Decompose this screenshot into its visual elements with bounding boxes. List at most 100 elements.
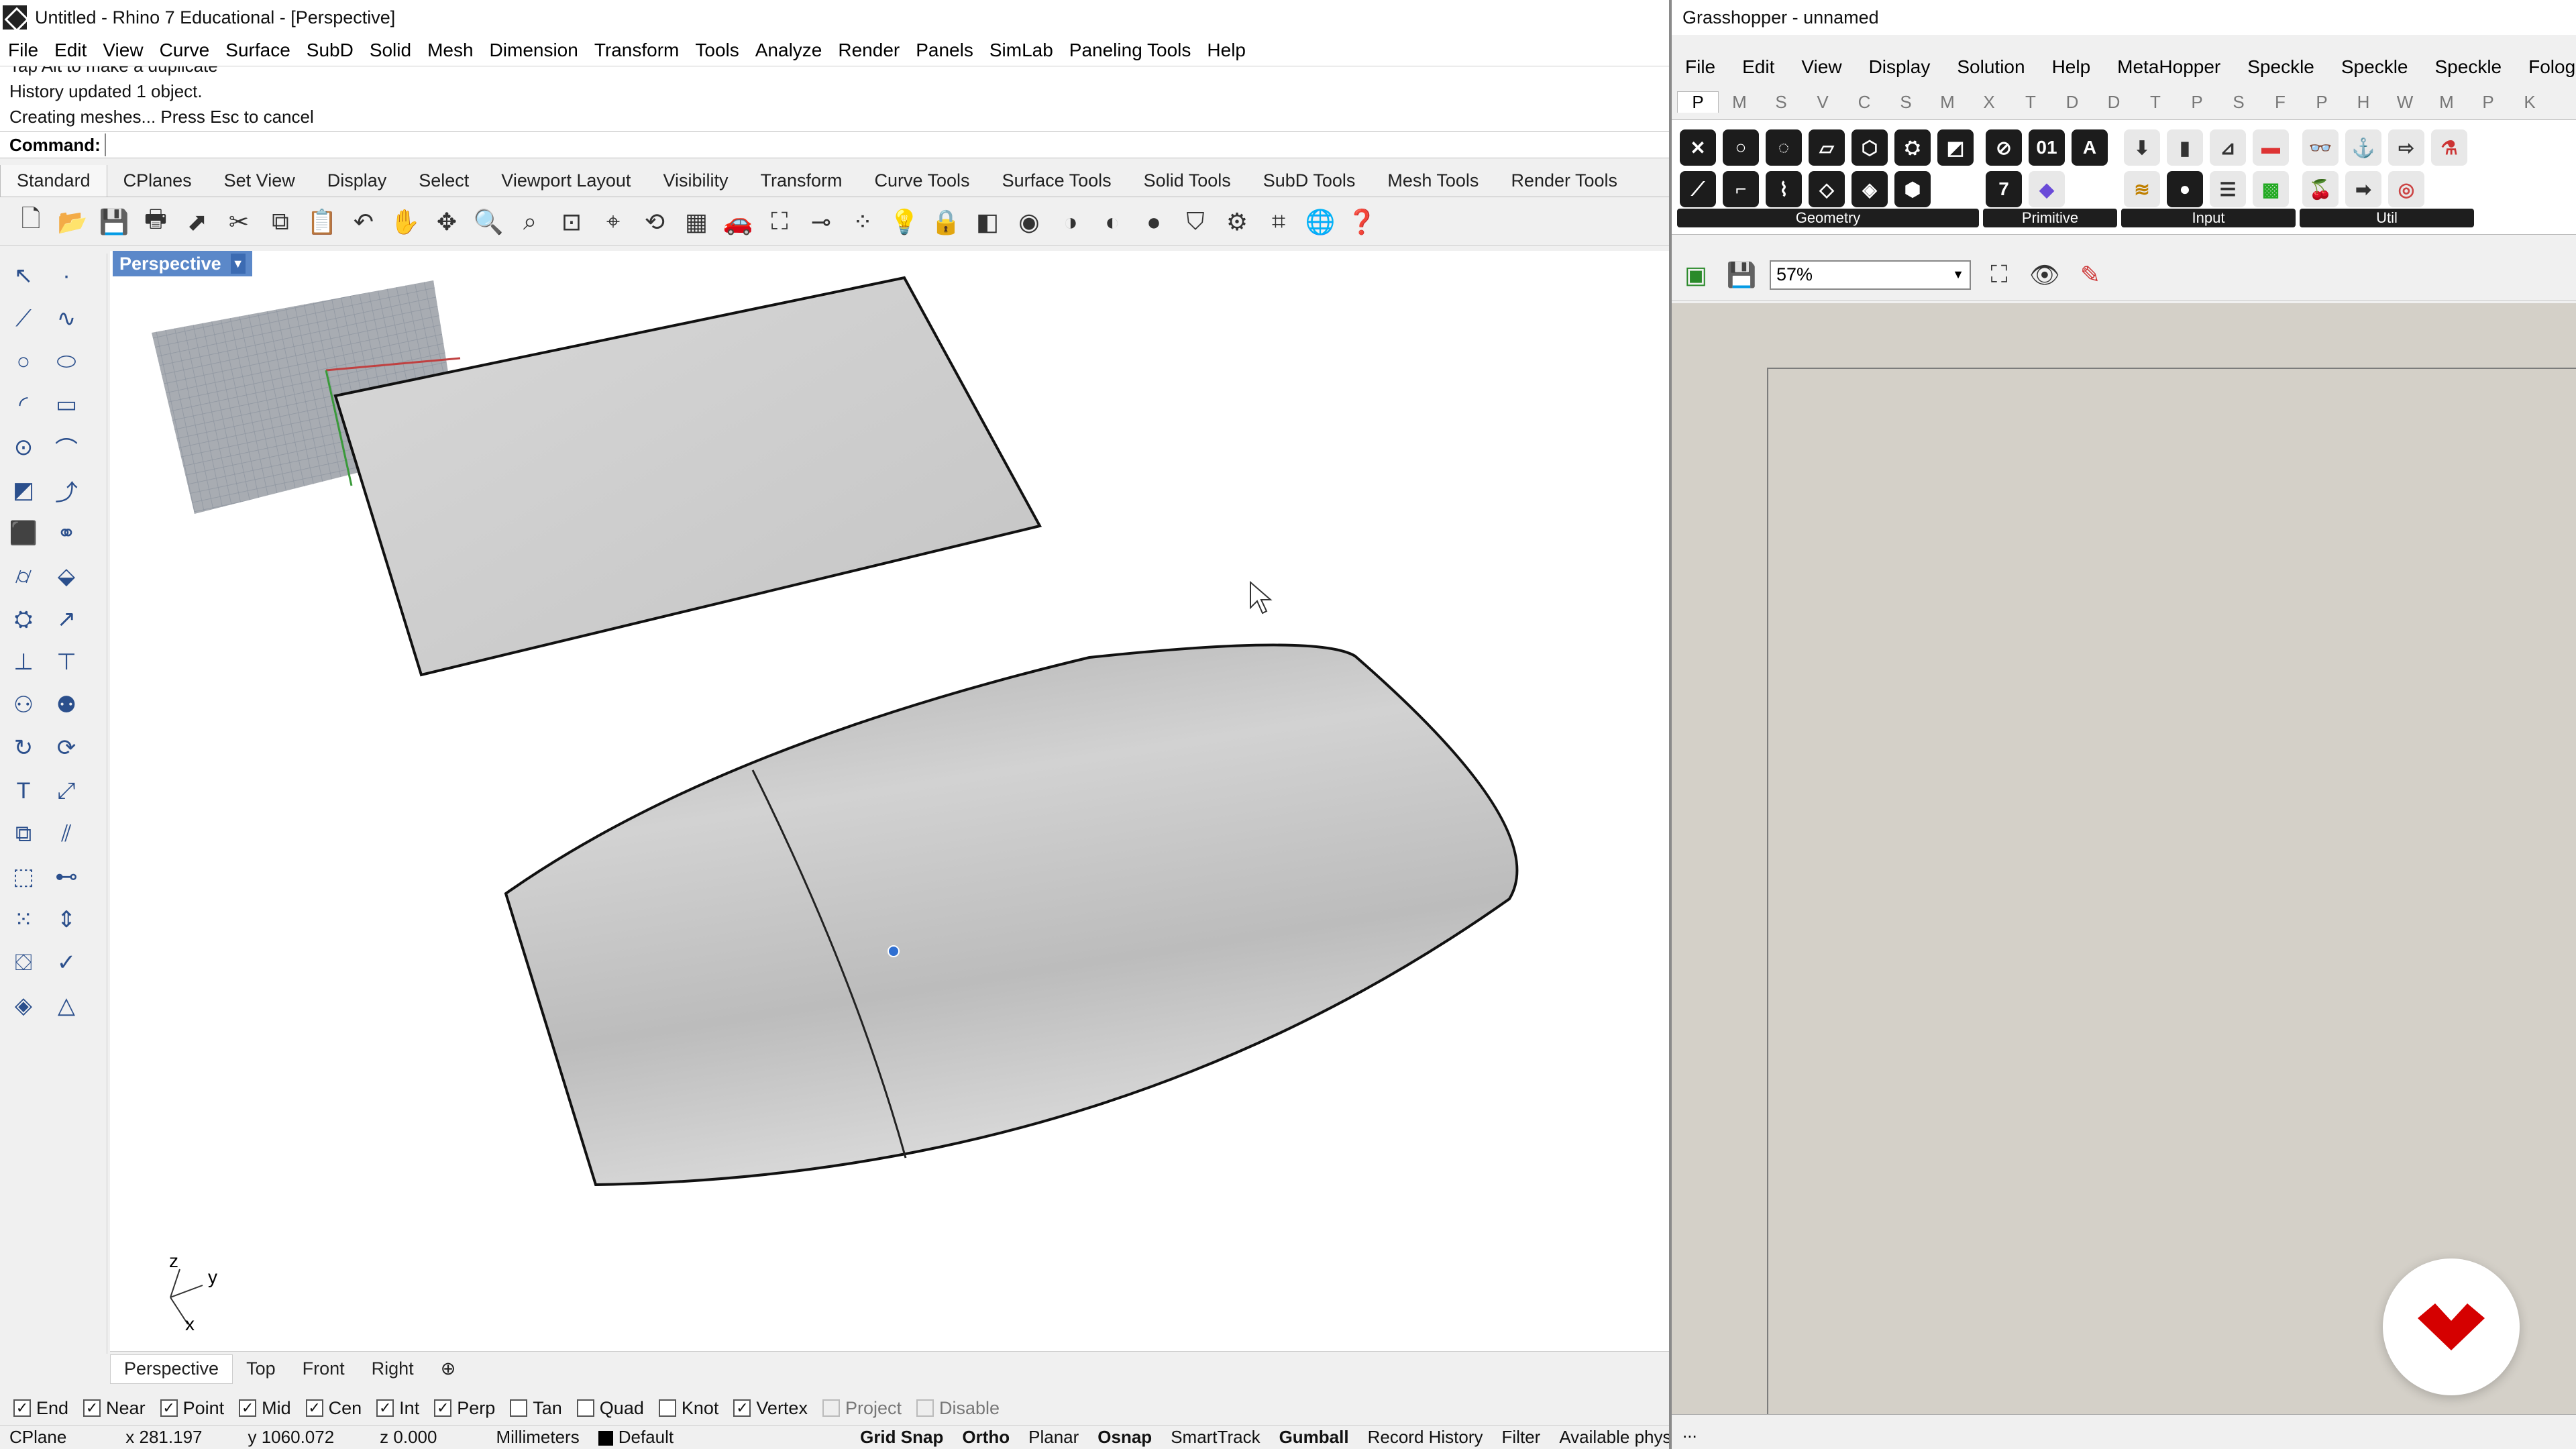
gh-cat[interactable]: P [2467,92,2509,113]
gh-canvas[interactable] [1672,303,2576,1414]
gh-util-icon[interactable]: ⚗ [2431,129,2467,166]
gh-primitive-icon[interactable]: ⊘ [1986,129,2022,166]
block-icon[interactable]: ⬚ [7,860,40,894]
box-icon[interactable]: ⬛ [7,517,40,550]
boolean-icon[interactable]: ⚭ [50,517,83,550]
mirror-icon[interactable]: ⫽ [50,817,83,851]
gh-param-icon[interactable]: ⌐ [1723,171,1759,207]
fillet-icon[interactable]: ⌒ [50,431,83,464]
menu-transform[interactable]: Transform [586,40,688,61]
tab-cplanes[interactable]: CPlanes [107,170,208,197]
osnap-vertex[interactable]: ✓ Vertex [733,1398,808,1419]
arc-icon[interactable]: ◜ [7,388,40,421]
rotate-view-icon[interactable]: ✥ [429,205,464,239]
gh-param-icon[interactable]: ✕ [1680,129,1716,166]
status-osnap[interactable]: Osnap [1088,1427,1161,1448]
extrude-icon[interactable]: ⬙ [50,559,83,593]
osnap-cen-checkbox[interactable]: ✓ [305,1399,323,1417]
gh-input-icon[interactable]: ≋ [2124,171,2160,207]
gh-cat[interactable]: S [2218,92,2259,113]
gh-cat[interactable]: K [2509,92,2551,113]
gh-open-file-icon[interactable]: ▣ [1678,258,1713,292]
status-record-history[interactable]: Record History [1358,1427,1493,1448]
menu-analyze[interactable]: Analyze [747,40,830,61]
osnap-end-checkbox[interactable]: ✓ [13,1399,31,1417]
menu-edit[interactable]: Edit [46,40,95,61]
gh-panel-primitive-label[interactable]: Primitive [1983,209,2117,227]
scale-icon[interactable]: ⤢ [50,774,83,808]
zoom-extents-icon[interactable]: ⊡ [554,205,589,239]
osnap-disable[interactable]: Disable [916,1398,1000,1419]
status-cplane[interactable]: CPlane [0,1427,76,1448]
gh-param-icon[interactable]: ⛭ [1894,129,1931,166]
menu-panels[interactable]: Panels [908,40,981,61]
text-icon[interactable]: T [7,774,40,808]
osnap-mid-checkbox[interactable]: ✓ [239,1399,257,1417]
gh-cat[interactable]: W [2384,92,2426,113]
gh-primitive-icon[interactable]: 7 [1986,171,2022,207]
group-icon[interactable]: ⚇ [7,688,40,722]
gh-cat[interactable]: X [1968,92,2010,113]
status-grid-snap[interactable]: Grid Snap [851,1427,953,1448]
gh-preview-eye-icon[interactable]: 👁 [2027,258,2062,292]
osnap-quad-checkbox[interactable] [576,1399,594,1417]
gh-util-icon[interactable]: 🍒 [2302,171,2339,207]
dimension-icon[interactable]: ⊷ [50,860,83,894]
globe-icon[interactable]: 🌐 [1303,205,1338,239]
menu-view[interactable]: View [95,40,151,61]
gh-cat[interactable]: P [2176,92,2218,113]
gh-cat[interactable]: M [2426,92,2467,113]
new-icon[interactable]: 🗋 [13,205,48,239]
gh-param-icon[interactable]: ◩ [1937,129,1974,166]
viewtab-right[interactable]: Right [358,1358,427,1379]
gumball-icon[interactable]: ⇕ [50,903,83,936]
select-arrow-icon[interactable]: ↖ [7,259,40,292]
menu-render[interactable]: Render [830,40,908,61]
split-icon[interactable]: ⊤ [50,645,83,679]
gh-menu-speckle-2[interactable]: Speckle [2328,56,2422,78]
help-icon[interactable]: ❓ [1344,205,1379,239]
array-icon[interactable]: ⁙ [7,903,40,936]
menu-mesh[interactable]: Mesh [419,40,481,61]
zoom-window-icon[interactable]: ⌕ [513,205,547,239]
gh-input-icon[interactable]: ⊿ [2210,129,2246,166]
gh-param-icon[interactable]: ○ [1723,129,1759,166]
filter-icon[interactable]: ⛉ [1178,205,1213,239]
gh-param-icon[interactable]: ◌ [1766,129,1802,166]
gh-save-file-icon[interactable]: 💾 [1724,258,1759,292]
osnap-quad[interactable]: Quad [576,1398,644,1419]
menu-file[interactable]: File [0,40,46,61]
gh-cat[interactable]: D [2093,92,2135,113]
points-icon[interactable]: ⁘ [845,205,880,239]
gh-cat[interactable]: T [2010,92,2051,113]
gh-menu-speckle-3[interactable]: Speckle [2422,56,2516,78]
circle-icon[interactable]: ○ [7,345,40,378]
gh-param-icon[interactable]: ⬡ [1851,129,1888,166]
material-sphere-icon[interactable]: ◐ [1095,205,1130,239]
pan-icon[interactable]: ✋ [388,205,423,239]
surface-icon[interactable]: ◩ [7,474,40,507]
gh-cat[interactable]: H [2343,92,2384,113]
curve-icon[interactable]: ∿ [50,302,83,335]
mesh-icon[interactable]: ⛭ [7,602,40,636]
status-ortho[interactable]: Ortho [953,1427,1019,1448]
gh-cat[interactable]: S [1885,92,1927,113]
gh-param-icon[interactable]: ⬢ [1894,171,1931,207]
osnap-knot-checkbox[interactable] [658,1399,676,1417]
status-planar[interactable]: Planar [1019,1427,1088,1448]
viewport-menu-arrow-icon[interactable]: ▼ [230,254,246,274]
gh-util-icon[interactable]: ➡ [2345,171,2381,207]
open-icon[interactable]: 📂 [55,205,90,239]
gh-cat[interactable]: C [1843,92,1885,113]
export-icon[interactable]: ⬈ [180,205,215,239]
osnap-end[interactable]: ✓ End [13,1398,68,1419]
color-wheel-icon[interactable]: ◉ [1012,205,1046,239]
zoom-selected-icon[interactable]: ⌖ [596,205,631,239]
perspective-viewport[interactable]: z y x Perspective ▼ [110,251,1669,1351]
status-units[interactable]: Millimeters [486,1427,588,1448]
options-gear-icon[interactable]: ⚙ [1220,205,1254,239]
menu-dimension[interactable]: Dimension [482,40,586,61]
gh-param-icon[interactable]: ◈ [1851,171,1888,207]
osnap-int-checkbox[interactable]: ✓ [376,1399,394,1417]
dimension-arrow-icon[interactable]: ↗ [50,602,83,636]
